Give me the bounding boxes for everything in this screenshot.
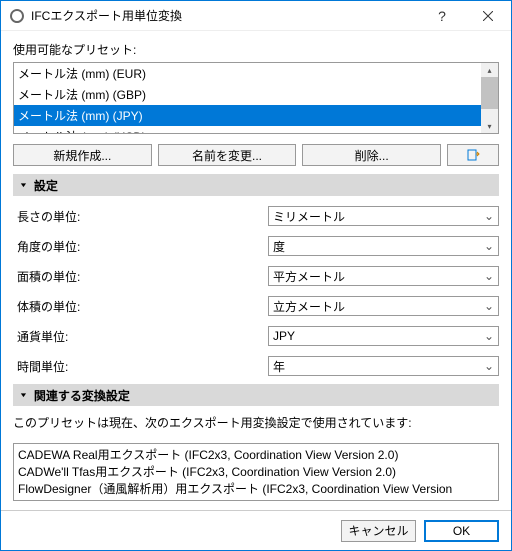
currency-row: 通貨単位: JPY xyxy=(13,326,499,346)
angle-select[interactable]: 度 xyxy=(268,236,499,256)
preset-button-row: 新規作成... 名前を変更... 削除... xyxy=(13,144,499,166)
import-export-button[interactable] xyxy=(447,144,499,166)
area-select[interactable]: 平方メートル xyxy=(268,266,499,286)
preset-item[interactable]: メートル法 (mm) (JPY) xyxy=(14,105,481,126)
cancel-button[interactable]: キャンセル xyxy=(341,520,416,542)
settings-section-header[interactable]: 設定 xyxy=(13,174,499,196)
preset-listbox[interactable]: メートル法 (mm) (EUR) メートル法 (mm) (GBP) メートル法 … xyxy=(13,62,499,134)
related-item: FlowDesigner（通風解析用）用エクスポート (IFC2x3, Coor… xyxy=(18,480,494,497)
angle-label: 角度の単位: xyxy=(13,238,268,255)
app-icon xyxy=(9,8,25,24)
length-label: 長さの単位: xyxy=(13,208,268,225)
preset-list: メートル法 (mm) (EUR) メートル法 (mm) (GBP) メートル法 … xyxy=(14,63,481,133)
scroll-down-icon[interactable]: ▾ xyxy=(481,119,498,133)
dialog-content: 使用可能なプリセット: メートル法 (mm) (EUR) メートル法 (mm) … xyxy=(1,31,511,510)
import-export-icon xyxy=(466,148,480,162)
window-title: IFCエクスポート用単位変換 xyxy=(31,7,419,24)
preset-item[interactable]: メートル法 (mm) (USD) xyxy=(14,126,481,133)
related-section-header[interactable]: 関連する変換設定 xyxy=(13,384,499,406)
area-label: 面積の単位: xyxy=(13,268,268,285)
scrollbar[interactable]: ▴ ▾ xyxy=(481,63,498,133)
time-select[interactable]: 年 xyxy=(268,356,499,376)
rename-button[interactable]: 名前を変更... xyxy=(158,144,297,166)
related-item: CADEWA Real用エクスポート (IFC2x3, Coordination… xyxy=(18,446,494,463)
time-label: 時間単位: xyxy=(13,358,268,375)
dialog-window: IFCエクスポート用単位変換 ? 使用可能なプリセット: メートル法 (mm) … xyxy=(0,0,512,551)
currency-label: 通貨単位: xyxy=(13,328,268,345)
ok-button[interactable]: OK xyxy=(424,520,499,542)
volume-select[interactable]: 立方メートル xyxy=(268,296,499,316)
related-caption: このプリセットは現在、次のエクスポート用変換設定で使用されています: xyxy=(13,414,499,431)
area-row: 面積の単位: 平方メートル xyxy=(13,266,499,286)
presets-label: 使用可能なプリセット: xyxy=(13,41,499,58)
currency-select[interactable]: JPY xyxy=(268,326,499,346)
help-button[interactable]: ? xyxy=(419,1,465,31)
close-icon xyxy=(483,11,493,21)
dialog-footer: キャンセル OK xyxy=(1,510,511,550)
scroll-thumb[interactable] xyxy=(481,77,498,109)
close-button[interactable] xyxy=(465,1,511,31)
related-item: CADWe'll Tfas用エクスポート (IFC2x3, Coordinati… xyxy=(18,463,494,480)
preset-item[interactable]: メートル法 (mm) (GBP) xyxy=(14,84,481,105)
scroll-up-icon[interactable]: ▴ xyxy=(481,63,498,77)
delete-button[interactable]: 削除... xyxy=(302,144,441,166)
length-select[interactable]: ミリメートル xyxy=(268,206,499,226)
preset-item[interactable]: メートル法 (mm) (EUR) xyxy=(14,63,481,84)
related-listbox[interactable]: CADEWA Real用エクスポート (IFC2x3, Coordination… xyxy=(13,443,499,501)
volume-label: 体積の単位: xyxy=(13,298,268,315)
angle-row: 角度の単位: 度 xyxy=(13,236,499,256)
volume-row: 体積の単位: 立方メートル xyxy=(13,296,499,316)
new-button[interactable]: 新規作成... xyxy=(13,144,152,166)
length-row: 長さの単位: ミリメートル xyxy=(13,206,499,226)
titlebar: IFCエクスポート用単位変換 ? xyxy=(1,1,511,31)
time-row: 時間単位: 年 xyxy=(13,356,499,376)
